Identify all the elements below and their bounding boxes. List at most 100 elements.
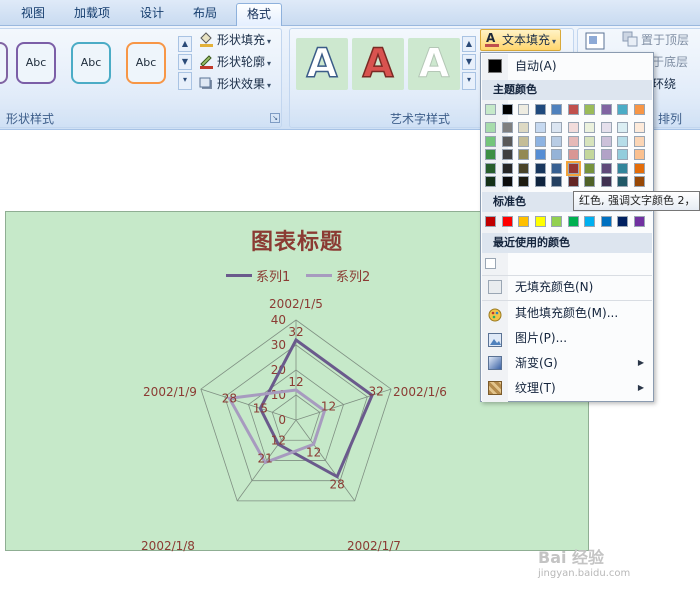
theme-shade-swatch[interactable]	[534, 135, 546, 147]
text-fill-button[interactable]: A 文本填充 ▾	[480, 29, 562, 51]
wordart-scroll-down[interactable]: ▼	[462, 54, 476, 70]
wordart-more[interactable]: ▾	[462, 72, 476, 90]
theme-shade-swatch[interactable]	[584, 122, 595, 133]
standard-color-swatch[interactable]	[518, 216, 529, 227]
standard-color-swatch[interactable]	[584, 216, 595, 227]
tab-layout[interactable]: 布局	[182, 3, 228, 26]
theme-shade-swatch[interactable]	[551, 135, 562, 147]
wordart-scroll-up[interactable]: ▲	[462, 36, 476, 52]
theme-shade-swatch[interactable]	[633, 135, 645, 147]
theme-shade-swatch[interactable]	[600, 162, 612, 174]
gallery-scroll-up[interactable]: ▲	[178, 36, 192, 52]
theme-shade-swatch[interactable]	[617, 176, 628, 187]
theme-shade-swatch[interactable]	[485, 122, 496, 133]
standard-color-swatch[interactable]	[617, 216, 628, 227]
theme-shade-swatch[interactable]	[551, 149, 562, 160]
theme-shade-swatch[interactable]	[567, 176, 579, 187]
theme-color-swatch[interactable]	[518, 104, 529, 115]
tab-view[interactable]: 视图	[10, 3, 56, 26]
wordart-style-gallery-item-1[interactable]: A	[296, 38, 348, 90]
shape-style-gallery-item-2[interactable]: Abc	[71, 42, 111, 84]
recent-color-swatch-1[interactable]	[485, 258, 496, 269]
theme-color-swatch[interactable]	[617, 104, 628, 115]
gallery-more[interactable]: ▾	[178, 72, 192, 90]
theme-color-swatch[interactable]	[633, 104, 645, 115]
bring-to-front-button[interactable]: 置于顶层	[622, 30, 689, 50]
standard-color-swatch[interactable]	[534, 216, 546, 227]
theme-color-swatch[interactable]	[551, 104, 562, 115]
theme-shade-swatch[interactable]	[600, 176, 612, 187]
theme-color-swatch[interactable]	[485, 104, 496, 115]
theme-shade-swatch[interactable]	[600, 149, 612, 160]
theme-shade-swatch[interactable]	[485, 162, 496, 174]
texture-fill-item[interactable]: 纹理(T) ▶	[482, 376, 652, 400]
theme-shade-swatch[interactable]	[501, 162, 513, 174]
theme-shade-swatch[interactable]	[501, 122, 513, 133]
shape-style-gallery-item-0[interactable]	[0, 42, 8, 84]
picture-fill-item[interactable]: 图片(P)...	[482, 326, 652, 350]
tab-design[interactable]: 设计	[130, 3, 174, 26]
theme-shade-swatch[interactable]	[633, 122, 645, 133]
theme-shade-swatch[interactable]	[633, 176, 645, 187]
theme-shade-swatch[interactable]	[633, 162, 645, 174]
theme-shade-swatch[interactable]	[584, 162, 595, 174]
standard-color-swatch[interactable]	[633, 216, 645, 227]
shape-style-gallery-item-1[interactable]: Abc	[16, 42, 56, 84]
more-fill-colors-item[interactable]: 其他填充颜色(M)...	[482, 301, 652, 325]
theme-color-swatch[interactable]	[567, 104, 579, 115]
standard-color-swatch[interactable]	[551, 216, 562, 227]
theme-shade-swatch[interactable]	[617, 135, 628, 147]
theme-shade-swatch[interactable]	[534, 162, 546, 174]
theme-shade-swatch[interactable]	[633, 149, 645, 160]
theme-shade-swatch[interactable]	[518, 122, 529, 133]
wordart-style-gallery-item-2[interactable]: A	[352, 38, 404, 90]
gallery-scroll-down[interactable]: ▼	[178, 54, 192, 70]
standard-color-swatch[interactable]	[501, 216, 513, 227]
theme-shade-swatch[interactable]	[551, 176, 562, 187]
theme-shade-swatch[interactable]	[518, 135, 529, 147]
theme-shade-swatch[interactable]	[501, 149, 513, 160]
shape-outline-button[interactable]: 形状轮廓 ▾	[198, 52, 271, 72]
theme-shade-swatch[interactable]	[565, 160, 581, 176]
theme-shade-swatch[interactable]	[551, 122, 562, 133]
theme-shade-swatch[interactable]	[567, 135, 579, 147]
standard-color-swatch[interactable]	[600, 216, 612, 227]
theme-shade-swatch[interactable]	[600, 122, 612, 133]
tab-format[interactable]: 格式	[236, 3, 282, 26]
theme-shade-swatch[interactable]	[584, 149, 595, 160]
theme-shade-swatch[interactable]	[567, 122, 579, 133]
theme-color-swatch[interactable]	[584, 104, 595, 115]
text-box-button[interactable]	[585, 32, 608, 52]
shape-effects-button[interactable]: 形状效果 ▾	[198, 74, 271, 94]
theme-shade-swatch[interactable]	[534, 122, 546, 133]
theme-shade-swatch[interactable]	[501, 135, 513, 147]
theme-shade-swatch[interactable]	[600, 135, 612, 147]
theme-shade-swatch[interactable]	[551, 162, 562, 174]
theme-shade-swatch[interactable]	[518, 162, 529, 174]
automatic-color-item[interactable]: 自动(A)	[482, 54, 652, 78]
theme-shade-swatch[interactable]	[485, 149, 496, 160]
theme-shade-swatch[interactable]	[617, 162, 628, 174]
theme-shade-swatch[interactable]	[584, 176, 595, 187]
tab-addins[interactable]: 加载项	[64, 3, 120, 26]
theme-shade-swatch[interactable]	[485, 135, 496, 147]
shape-fill-button[interactable]: 形状填充 ▾	[198, 30, 271, 50]
theme-shade-swatch[interactable]	[584, 135, 595, 147]
theme-shade-swatch[interactable]	[501, 176, 513, 187]
theme-shade-swatch[interactable]	[534, 149, 546, 160]
theme-color-swatch[interactable]	[534, 104, 546, 115]
theme-color-swatch[interactable]	[501, 104, 513, 115]
theme-shade-swatch[interactable]	[617, 149, 628, 160]
no-fill-item[interactable]: 无填充颜色(N)	[482, 275, 652, 299]
theme-shade-swatch[interactable]	[518, 176, 529, 187]
theme-shade-swatch[interactable]	[485, 176, 496, 187]
shape-style-gallery-item-3[interactable]: Abc	[126, 42, 166, 84]
gradient-fill-item[interactable]: 渐变(G) ▶	[482, 351, 652, 375]
wordart-style-gallery-item-3[interactable]: A	[408, 38, 460, 90]
standard-color-swatch[interactable]	[567, 216, 579, 227]
theme-color-swatch[interactable]	[600, 104, 612, 115]
theme-shade-swatch[interactable]	[617, 122, 628, 133]
theme-shade-swatch[interactable]	[534, 176, 546, 187]
standard-color-swatch[interactable]	[485, 216, 496, 227]
theme-shade-swatch[interactable]	[567, 149, 579, 160]
